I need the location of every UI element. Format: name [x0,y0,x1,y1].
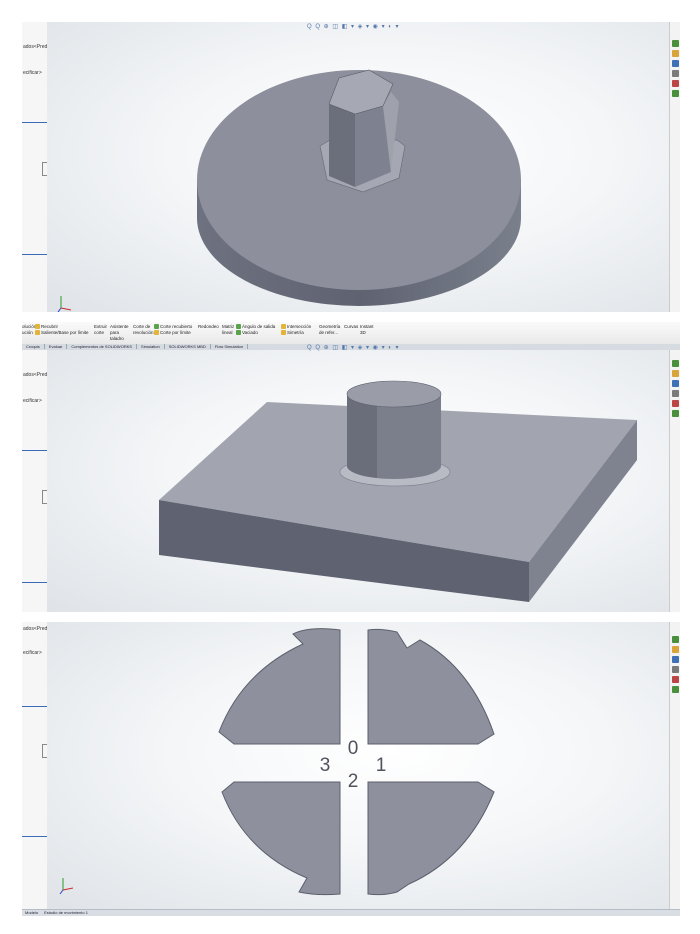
panel-cross-slotted-disc: ados<Pred ecificar> 0 1 2 3 Modelo Estud… [22,622,680,916]
engraved-number-2: 2 [348,771,359,792]
boundary-cut-icon [154,330,159,336]
tree-divider [22,706,47,707]
tab-flow-simulation[interactable]: Flow Simulation [211,344,249,349]
tab-motion-study[interactable]: Estudio de movimiento 1 [41,910,91,915]
loft-icon [35,324,40,330]
file-explorer-icon[interactable] [672,656,679,663]
ribbon-item[interactable]: 3D [360,330,374,336]
ribbon-item[interactable]: Simetría [281,330,311,336]
quadrant-bottom-left [221,781,341,896]
graphics-viewport[interactable]: Q Q ⊕ ◫ ◧ ▾ ◈ ▾ ◉ ▾ ◐ ▾ [47,345,670,612]
intersect-icon [281,324,286,330]
task-pane-strip[interactable] [669,22,680,312]
view-palette-icon[interactable] [672,70,679,77]
tree-divider [22,122,47,123]
engraved-number-3: 3 [320,755,331,776]
resources-icon[interactable] [672,636,679,643]
tab-model[interactable]: Modelo [22,910,41,915]
tree-divider [22,450,47,451]
panel-hex-boss: ados<Pred ecificar> Q Q ⊕ ◫ ◧ ▾ ◈ ▾ ◉ ▾ … [22,22,680,312]
ribbon-item[interactable]: Vaciado [236,330,275,336]
tab-simulation[interactable]: Simulation [137,344,165,349]
ribbon-item[interactable]: Corte por límite [154,330,192,336]
lofted-cut-icon [154,324,159,330]
view-palette-icon[interactable] [672,390,679,397]
quadrant-bottom-right [367,781,495,896]
engraved-number-1: 1 [376,755,387,776]
model-cylinder-boss-plate[interactable] [47,350,670,612]
tree-item[interactable]: ados<Pred [23,626,47,632]
resources-icon[interactable] [672,360,679,367]
draft-icon [236,324,241,330]
axis-triad-icon [57,296,72,312]
file-explorer-icon[interactable] [672,380,679,387]
cylinder-top-face [346,380,442,408]
feature-tree-strip[interactable]: ados<Pred ecificar> [22,350,48,612]
custom-properties-icon[interactable] [672,90,679,97]
resources-icon[interactable] [672,40,679,47]
feature-tree-strip[interactable]: ados<Pred ecificar> [22,22,48,312]
model-cross-slotted-disc[interactable]: 0 1 2 3 [47,622,670,910]
ribbon-item[interactable]: corte [94,330,107,336]
appearances-icon[interactable] [672,676,679,683]
graphics-viewport[interactable]: Q Q ⊕ ◫ ◧ ▾ ◈ ▾ ◉ ▾ ◐ ▾ [47,22,670,312]
command-manager-ribbon: olución ución Recubrir Saliente/Base por… [22,322,680,345]
ribbon-item[interactable]: Curvas [344,324,358,330]
tree-divider [22,254,47,255]
design-library-icon[interactable] [672,50,679,57]
appearances-icon[interactable] [672,80,679,87]
appearances-icon[interactable] [672,400,679,407]
tab-sketch[interactable]: Croquis [22,344,45,349]
tab-addins[interactable]: Complementos de SOLIDWORKS [67,344,138,349]
quadrant-top-right [367,628,495,745]
design-library-icon[interactable] [672,646,679,653]
graphics-viewport[interactable]: 0 1 2 3 [47,622,670,910]
tree-item[interactable]: ecificar> [23,650,42,656]
hex-side-face [329,104,355,187]
custom-properties-icon[interactable] [672,410,679,417]
custom-properties-icon[interactable] [672,686,679,693]
tree-item[interactable]: ados<Pred [23,44,47,50]
engraved-number-0: 0 [348,738,359,759]
tree-item[interactable]: ecificar> [23,398,42,404]
ribbon-item[interactable]: taladro [110,336,129,342]
task-pane-strip[interactable] [669,350,680,612]
ribbon-item[interactable]: lineal [222,330,234,336]
tab-evaluate[interactable]: Evaluar [45,344,68,349]
model-hex-boss-disc[interactable] [47,22,670,312]
quadrant-top-left [218,628,341,745]
panel-cylinder-boss: olución ución Recubrir Saliente/Base por… [22,322,680,612]
design-library-icon[interactable] [672,370,679,377]
file-explorer-icon[interactable] [672,60,679,67]
tab-mbd[interactable]: SOLIDWORKS MBD [165,344,211,349]
tree-divider [22,582,47,583]
view-palette-icon[interactable] [672,666,679,673]
tree-item[interactable]: ecificar> [23,70,42,76]
mirror-icon [281,330,286,336]
feature-tree-strip[interactable]: ados<Pred ecificar> [22,622,48,916]
ribbon-item[interactable]: de refer... [319,330,340,336]
model-tabs-bar: Modelo Estudio de movimiento 1 [22,909,680,916]
ribbon-item[interactable]: revolución [133,330,154,336]
ribbon-item[interactable]: Saliente/Base por límite [35,330,89,336]
axis-triad-icon [59,878,74,895]
tree-divider [22,836,47,837]
ribbon-item[interactable]: Redondeo [198,324,219,330]
boundary-boss-icon [35,330,40,336]
shell-icon [236,330,241,336]
task-pane-strip[interactable] [669,622,680,910]
tree-item[interactable]: ados<Pred [23,372,47,378]
disc-quadrants [218,628,495,896]
